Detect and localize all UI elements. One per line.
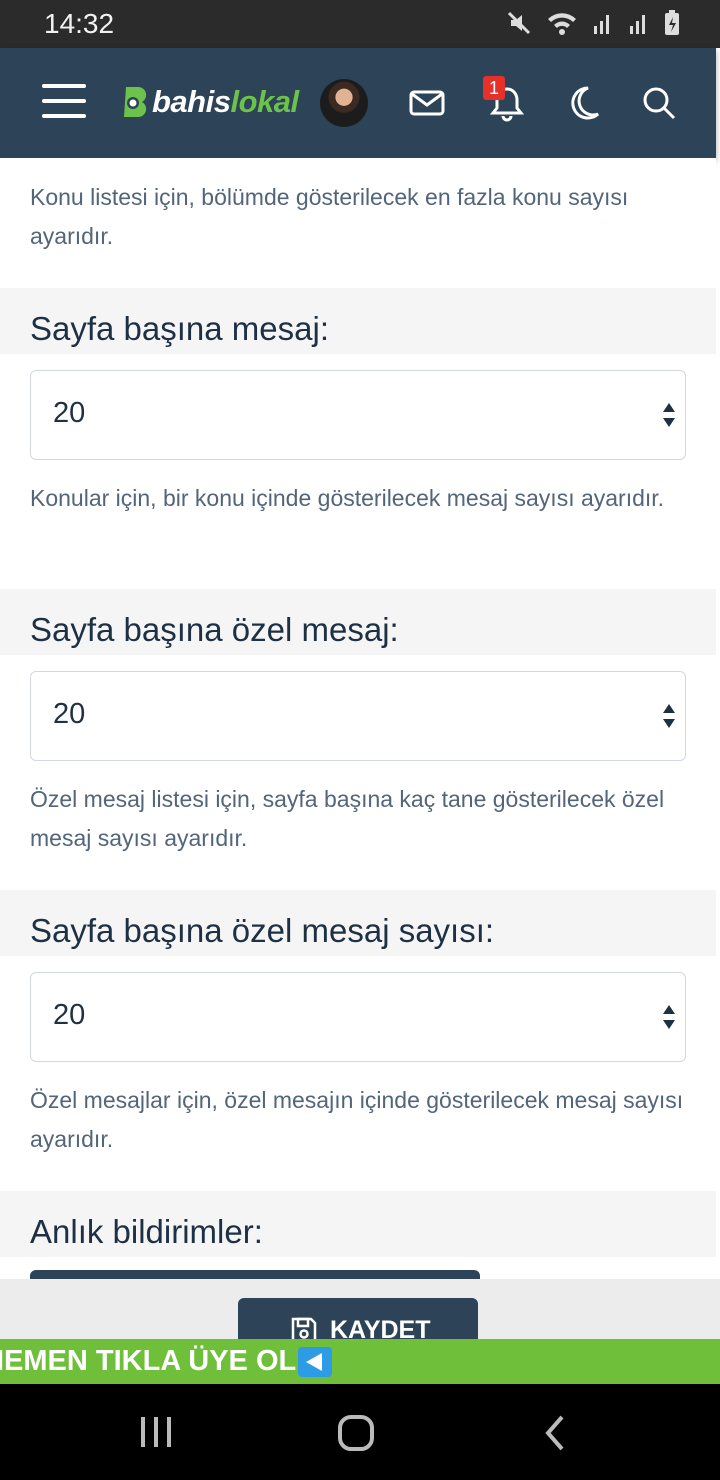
menu-icon[interactable] bbox=[42, 84, 86, 122]
private-message-count-header: Sayfa başına özel mesaj sayısı: bbox=[0, 890, 716, 956]
settings-content: Konu listesi için, bölümde gösterilecek … bbox=[0, 158, 716, 1257]
select-arrows-icon bbox=[663, 403, 675, 427]
private-message-count-description: Özel mesajlar için, özel mesajın içinde … bbox=[30, 1087, 684, 1152]
topics-per-page-description: Konu listesi için, bölümde gösterilecek … bbox=[30, 184, 629, 249]
messages-per-page-label: Sayfa başına mesaj: bbox=[30, 310, 329, 347]
site-logo[interactable]: bahislokal bbox=[120, 82, 299, 122]
status-time: 14:32 bbox=[44, 8, 115, 39]
select-arrows-icon bbox=[663, 1005, 675, 1029]
private-messages-per-page-description: Özel mesaj listesi için, sayfa başına ka… bbox=[30, 786, 665, 851]
back-icon[interactable] bbox=[540, 1414, 570, 1454]
private-messages-per-page-value: 20 bbox=[53, 698, 86, 730]
battery-charging-icon bbox=[665, 10, 679, 35]
promo-banner[interactable]: IEMEN TIKLA ÜYE OL bbox=[0, 1339, 720, 1384]
select-arrows-icon bbox=[663, 704, 675, 728]
private-message-count-select[interactable]: 20 bbox=[30, 972, 686, 1062]
system-navigation-bar bbox=[0, 1384, 720, 1480]
messages-per-page-block: 20 Konular için, bir konu içinde gösteri… bbox=[0, 354, 716, 589]
signal-icon bbox=[594, 15, 609, 34]
logo-mark-icon bbox=[124, 86, 147, 118]
private-messages-per-page-header: Sayfa başına özel mesaj: bbox=[0, 589, 716, 655]
instant-notifications-header: Anlık bildirimler: bbox=[0, 1191, 716, 1257]
private-messages-per-page-label: Sayfa başına özel mesaj: bbox=[30, 611, 399, 648]
signal-icon bbox=[630, 15, 645, 34]
private-message-count-block: 20 Özel mesajlar için, özel mesajın için… bbox=[0, 956, 716, 1191]
instant-notifications-label: Anlık bildirimler: bbox=[30, 1213, 263, 1250]
private-messages-per-page-select[interactable]: 20 bbox=[30, 671, 686, 761]
private-message-count-label: Sayfa başına özel mesaj sayısı: bbox=[30, 912, 495, 949]
private-message-count-value: 20 bbox=[53, 999, 86, 1031]
top-header: bahislokal bbox=[0, 48, 716, 158]
messages-per-page-value: 20 bbox=[53, 397, 86, 429]
envelope-icon[interactable] bbox=[408, 84, 446, 122]
status-bar: 14:32 bbox=[0, 0, 720, 48]
promo-banner-text: IEMEN TIKLA ÜYE OL bbox=[0, 1345, 297, 1377]
messages-per-page-header: Sayfa başına mesaj: bbox=[0, 288, 716, 354]
home-icon[interactable] bbox=[336, 1414, 376, 1454]
recent-apps-icon[interactable] bbox=[136, 1414, 176, 1450]
messages-per-page-select[interactable]: 20 bbox=[30, 370, 686, 460]
search-icon[interactable] bbox=[640, 84, 678, 122]
moon-icon[interactable] bbox=[564, 84, 602, 122]
logo-prefix: bahis bbox=[152, 84, 231, 119]
messages-per-page-description: Konular için, bir konu içinde gösterilec… bbox=[30, 485, 665, 511]
private-messages-per-page-block: 20 Özel mesaj listesi için, sayfa başına… bbox=[0, 655, 716, 890]
status-icons bbox=[506, 10, 680, 36]
arrow-left-icon bbox=[298, 1347, 333, 1378]
top-description-block: Konu listesi için, bölümde gösterilecek … bbox=[0, 158, 716, 288]
avatar[interactable] bbox=[320, 79, 368, 127]
mute-icon bbox=[507, 11, 531, 35]
logo-suffix: lokal bbox=[230, 84, 299, 119]
wifi-icon bbox=[548, 13, 576, 35]
notification-badge: 1 bbox=[483, 76, 505, 100]
